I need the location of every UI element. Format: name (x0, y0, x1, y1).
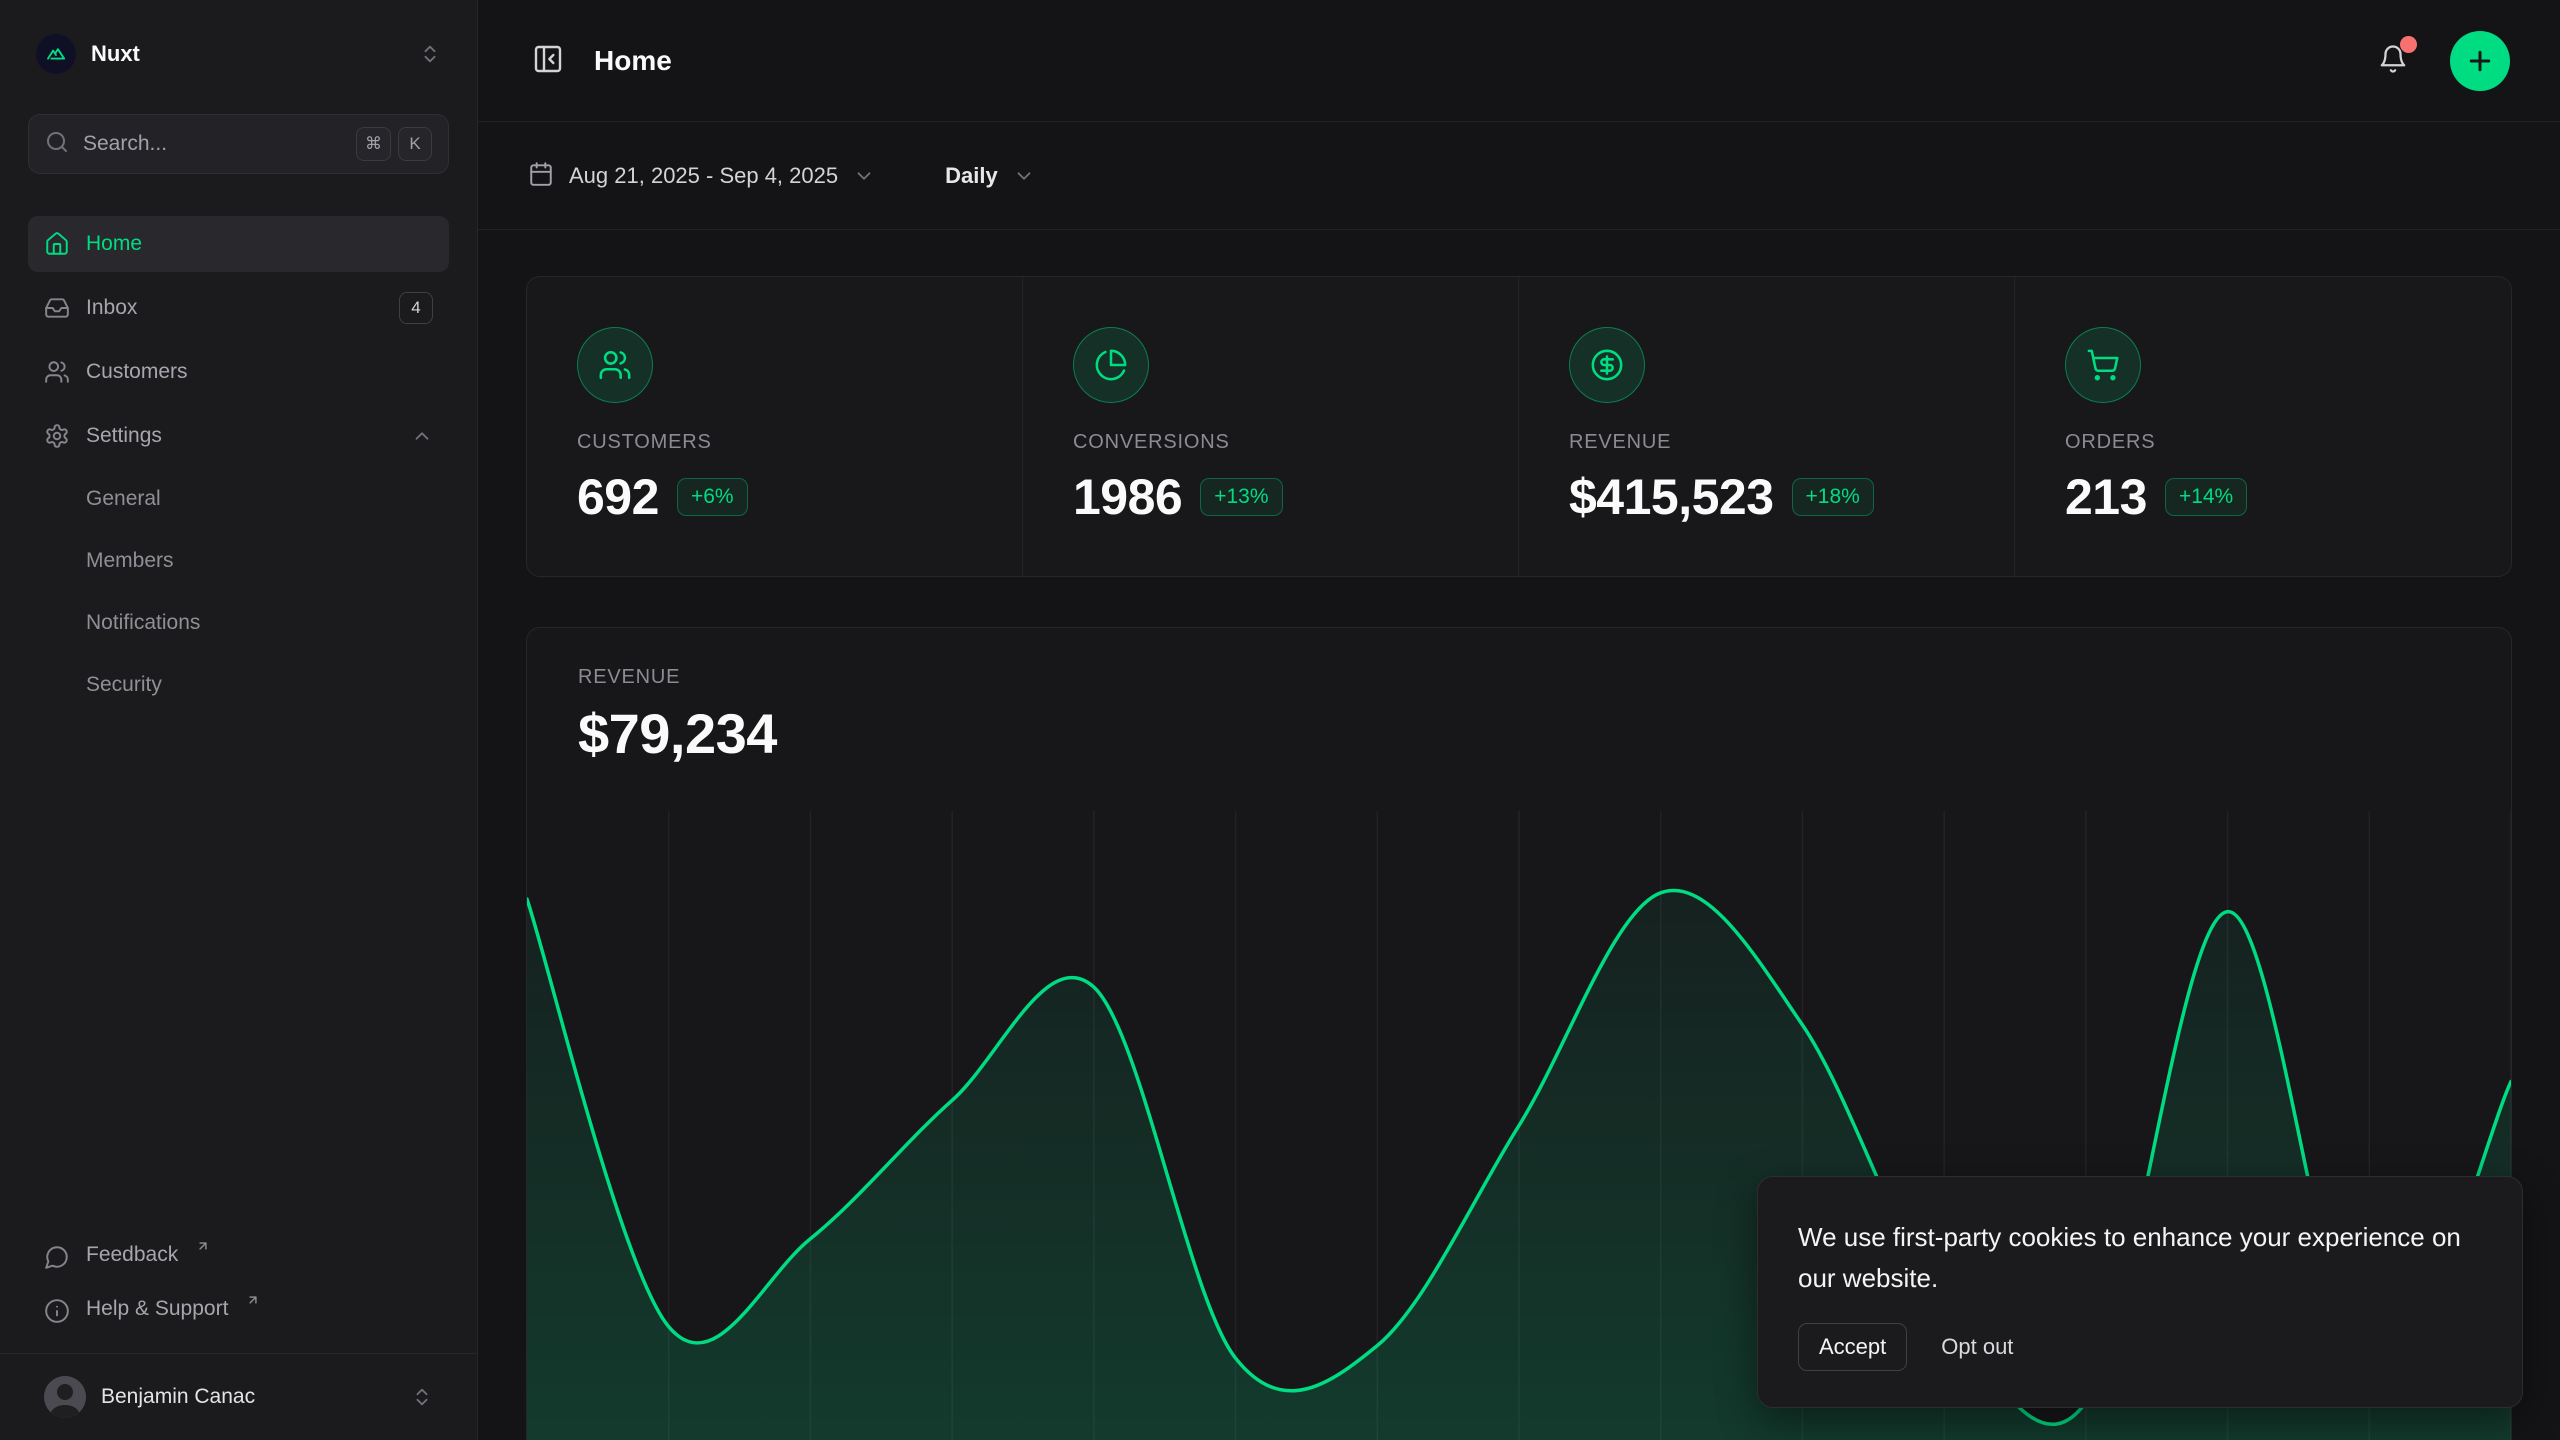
stat-card-conversions[interactable]: CONVERSIONS 1986 +13% (1023, 277, 1519, 576)
chevrons-up-down-icon (419, 43, 441, 65)
sidebar-item-members[interactable]: Members (28, 534, 449, 588)
workspace-name: Nuxt (91, 41, 140, 67)
workspace-switcher[interactable]: Nuxt (28, 26, 449, 82)
sidebar-collapse-button[interactable] (528, 39, 568, 82)
panel-collapse-icon (532, 43, 564, 78)
home-icon (44, 231, 70, 257)
users-icon (577, 327, 653, 403)
sidebar-item-label: Customers (86, 360, 188, 384)
chevron-down-icon (853, 165, 875, 187)
sidebar-item-security[interactable]: Security (28, 658, 449, 712)
kbd-cmd: ⌘ (356, 127, 391, 161)
stat-card-orders[interactable]: ORDERS 213 +14% (2015, 277, 2511, 576)
revenue-chart-label: REVENUE (578, 666, 2460, 689)
gear-icon (44, 423, 70, 449)
dollar-circle-icon (1569, 327, 1645, 403)
opt-out-button[interactable]: Opt out (1921, 1324, 2033, 1370)
revenue-chart-total: $79,234 (578, 701, 2460, 766)
chevrons-up-down-icon (411, 1386, 433, 1408)
sidebar-child-label: Security (86, 673, 162, 697)
stats-panel: CUSTOMERS 692 +6% CONVERSIONS 1986 +13% (526, 276, 2512, 577)
revenue-chart-header: REVENUE $79,234 (527, 628, 2511, 766)
stat-delta-badge: +18% (1792, 478, 1874, 516)
chevron-down-icon (1013, 165, 1035, 187)
stat-label: CONVERSIONS (1073, 431, 1468, 454)
sidebar: Nuxt Search... ⌘ K Home (0, 0, 478, 1440)
cookie-actions: Accept Opt out (1798, 1323, 2482, 1371)
date-range-picker[interactable]: Aug 21, 2025 - Sep 4, 2025 (528, 161, 875, 190)
sidebar-item-settings[interactable]: Settings (28, 408, 449, 464)
add-button[interactable] (2450, 31, 2510, 91)
footer-link-label: Feedback (86, 1243, 178, 1267)
sidebar-footer: Feedback Help & Support Benjami (28, 1231, 449, 1440)
notifications-button[interactable] (2374, 40, 2412, 81)
search-input[interactable]: Search... ⌘ K (28, 114, 449, 174)
sidebar-item-label: Inbox (86, 296, 137, 320)
inbox-count-badge: 4 (399, 292, 433, 324)
stat-card-revenue[interactable]: REVENUE $415,523 +18% (1519, 277, 2015, 576)
user-menu[interactable]: Benjamin Canac (28, 1354, 449, 1440)
search-placeholder: Search... (83, 132, 167, 156)
filters-toolbar: Aug 21, 2025 - Sep 4, 2025 Daily (478, 122, 2560, 230)
inbox-icon (44, 295, 70, 321)
date-range-value: Aug 21, 2025 - Sep 4, 2025 (569, 163, 838, 189)
stat-delta-badge: +13% (1200, 478, 1282, 516)
stat-value: 213 (2065, 468, 2147, 526)
stat-value: 692 (577, 468, 659, 526)
stat-delta-badge: +6% (677, 478, 748, 516)
chevron-up-icon (411, 425, 433, 447)
external-link-icon (246, 1293, 260, 1307)
sidebar-item-label: Settings (86, 424, 162, 448)
plus-icon (2465, 46, 2495, 76)
sidebar-item-customers[interactable]: Customers (28, 344, 449, 400)
external-link-icon (196, 1239, 210, 1253)
cart-icon (2065, 327, 2141, 403)
user-name: Benjamin Canac (101, 1385, 255, 1409)
header-left: Home (528, 39, 672, 82)
avatar (44, 1376, 86, 1418)
accept-button[interactable]: Accept (1798, 1323, 1907, 1371)
help-support-link[interactable]: Help & Support (28, 1285, 449, 1339)
footer-link-label: Help & Support (86, 1297, 228, 1321)
stat-label: REVENUE (1569, 431, 1964, 454)
sidebar-child-label: Members (86, 549, 174, 573)
page-header: Home (478, 0, 2560, 122)
stat-label: CUSTOMERS (577, 431, 972, 454)
nuxt-logo-icon (36, 34, 76, 74)
notification-dot (2400, 36, 2417, 53)
sidebar-item-label: Home (86, 232, 142, 256)
users-icon (44, 359, 70, 385)
cookie-banner: We use first-party cookies to enhance yo… (1757, 1176, 2523, 1408)
granularity-value: Daily (945, 163, 998, 189)
kbd-k: K (398, 127, 432, 161)
stat-value: $415,523 (1569, 468, 1774, 526)
sidebar-item-general[interactable]: General (28, 472, 449, 526)
chat-bubble-icon (44, 1244, 70, 1270)
stat-value: 1986 (1073, 468, 1182, 526)
calendar-icon (528, 161, 554, 190)
stat-label: ORDERS (2065, 431, 2461, 454)
sidebar-item-notifications[interactable]: Notifications (28, 596, 449, 650)
granularity-select[interactable]: Daily (945, 163, 1035, 189)
search-shortcut: ⌘ K (356, 127, 432, 161)
sidebar-child-label: General (86, 487, 161, 511)
header-right (2374, 31, 2510, 91)
pie-chart-icon (1073, 327, 1149, 403)
feedback-link[interactable]: Feedback (28, 1231, 449, 1285)
sidebar-nav: Home Inbox 4 Customers Settings (28, 216, 449, 712)
cookie-message: We use first-party cookies to enhance yo… (1798, 1217, 2482, 1299)
page-title: Home (594, 45, 672, 77)
stat-card-customers[interactable]: CUSTOMERS 692 +6% (527, 277, 1023, 576)
sidebar-item-home[interactable]: Home (28, 216, 449, 272)
info-circle-icon (44, 1298, 70, 1324)
stat-delta-badge: +14% (2165, 478, 2247, 516)
sidebar-child-label: Notifications (86, 611, 200, 635)
search-icon (45, 130, 69, 159)
sidebar-item-inbox[interactable]: Inbox 4 (28, 280, 449, 336)
